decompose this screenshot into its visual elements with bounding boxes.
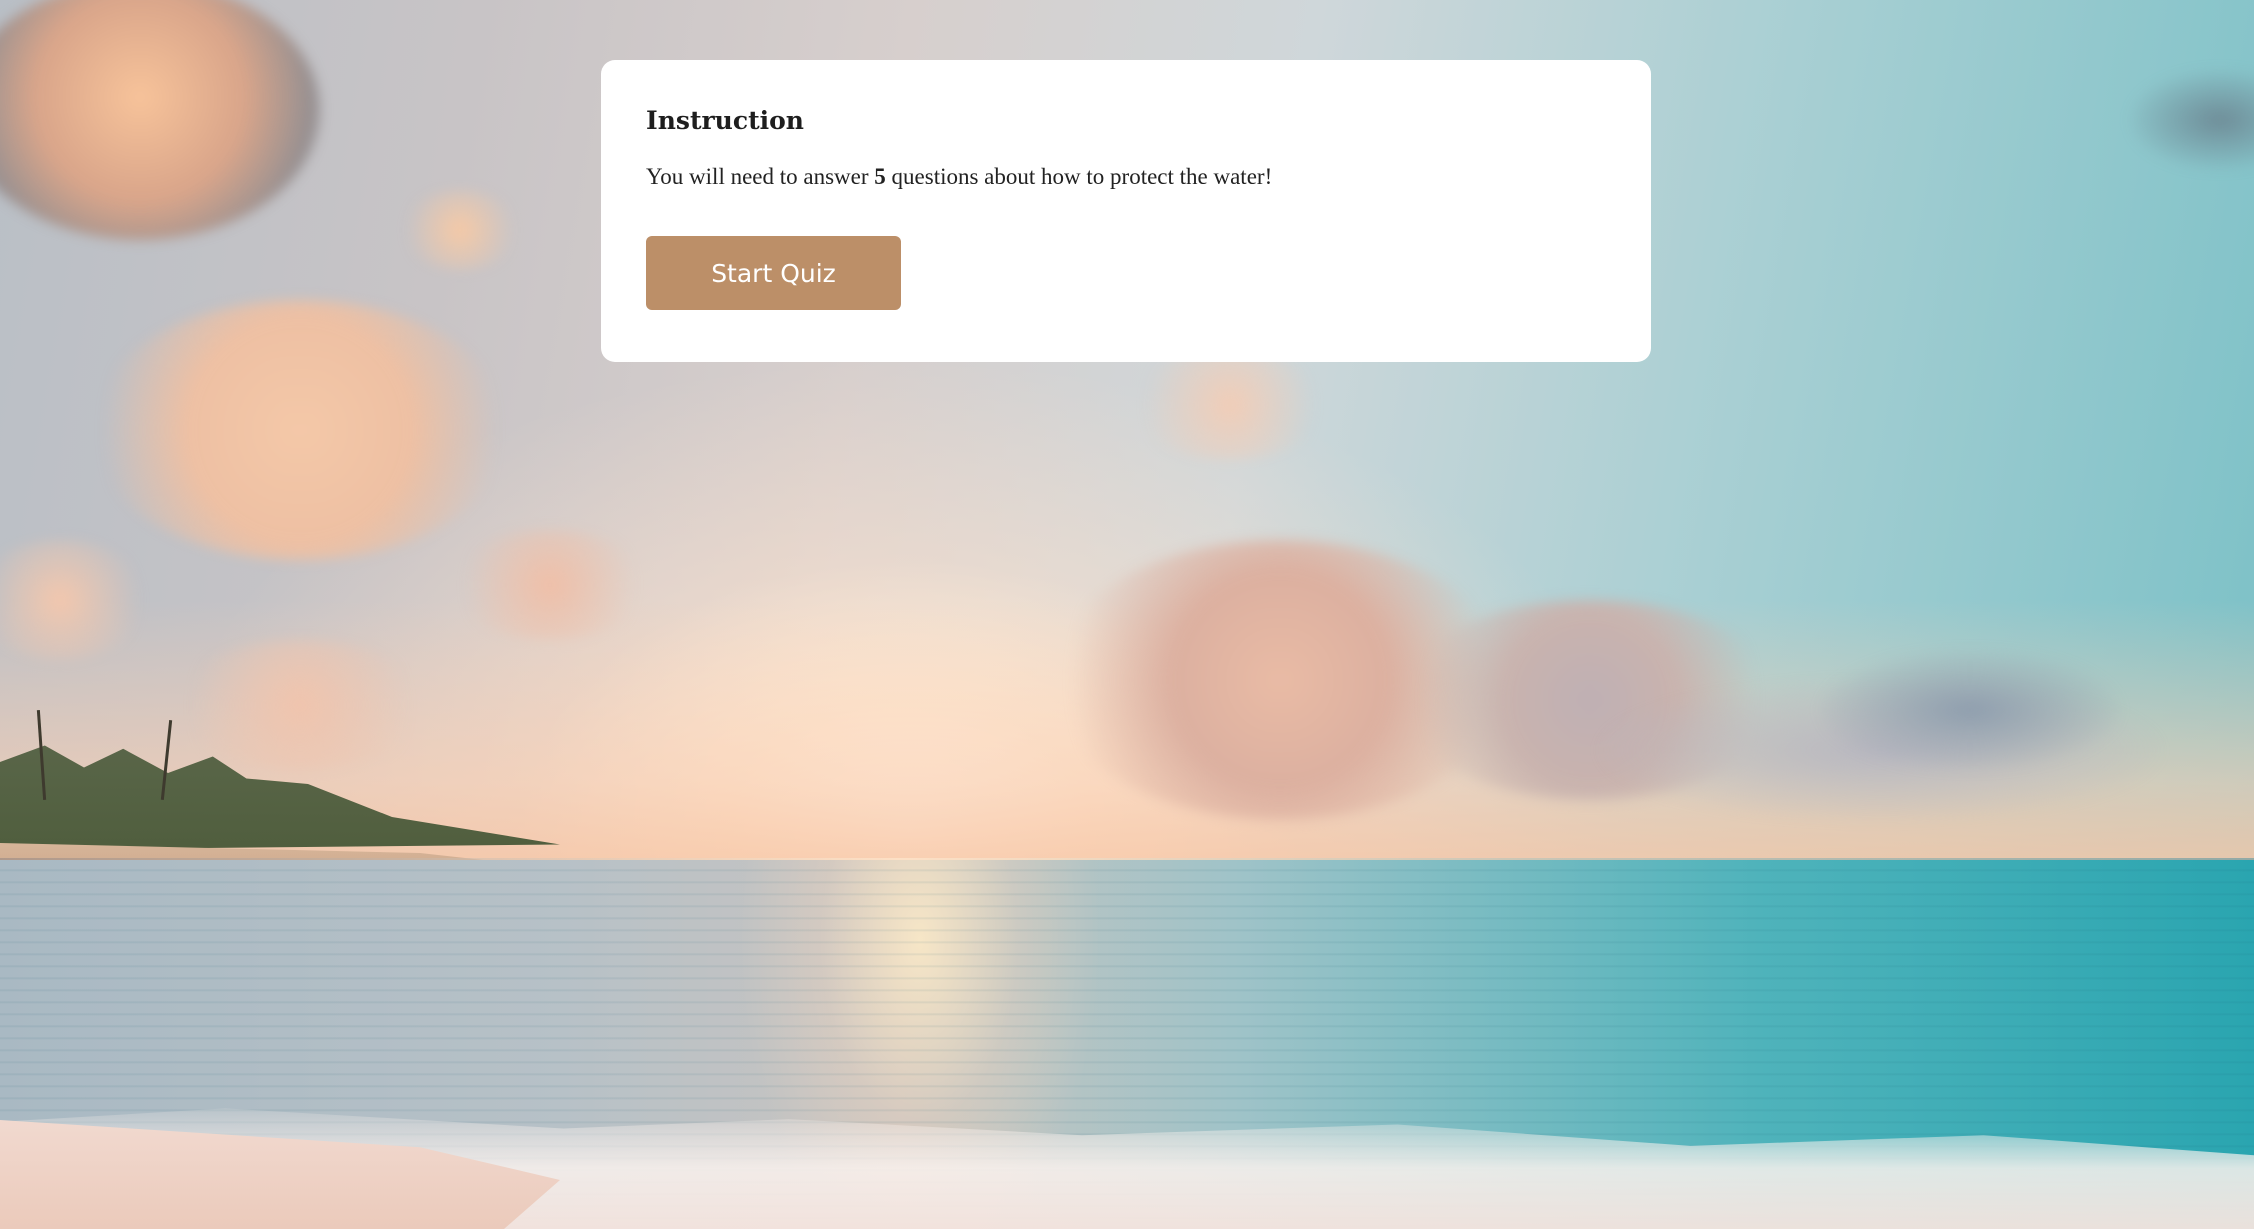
cloud [450, 530, 650, 640]
cloud [1130, 350, 1330, 460]
cloud [1820, 650, 2120, 770]
cloud [90, 300, 510, 560]
cloud [400, 190, 520, 270]
instruction-card: Instruction You will need to answer 5 qu… [601, 60, 1651, 362]
instruction-title: Instruction [646, 106, 804, 135]
question-count: 5 [874, 164, 886, 189]
instruction-text-start: You will need to answer [646, 164, 875, 189]
instruction-text-end: questions about how to protect the water… [885, 164, 1273, 189]
start-quiz-button[interactable]: Start Quiz [646, 236, 901, 310]
cloud [170, 640, 430, 770]
instruction-text: You will need to answer 5 questions abou… [646, 160, 1606, 194]
